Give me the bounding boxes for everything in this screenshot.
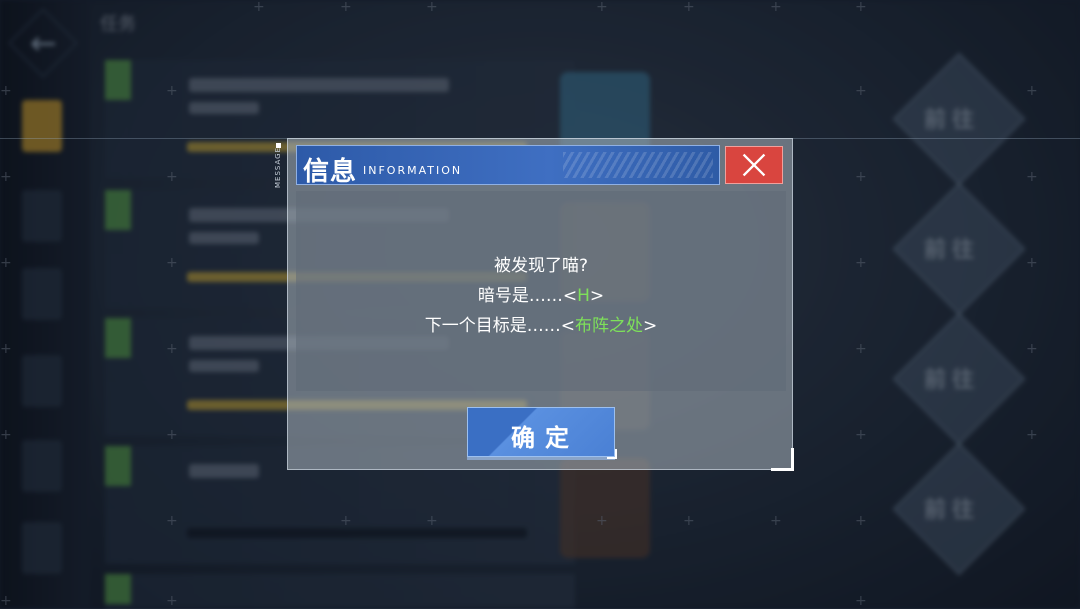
- dialog-title-bar: 信息 INFORMATION: [296, 145, 720, 187]
- message-side-label: MESSAGE: [274, 147, 282, 188]
- target-highlight: 布阵之处: [575, 316, 643, 336]
- information-dialog: MESSAGE 信息 INFORMATION 被发现了喵? 暗号是……<H> 下…: [274, 138, 794, 471]
- message-line-3-suffix: >: [643, 316, 658, 336]
- message-line-2-prefix: 暗号是……<: [477, 286, 578, 306]
- message-panel: 被发现了喵? 暗号是……<H> 下一个目标是……<布阵之处>: [296, 191, 786, 391]
- message-line-3-prefix: 下一个目标是……<: [424, 316, 575, 336]
- confirm-button-label: 确定: [511, 423, 579, 452]
- corner-bracket: [771, 448, 794, 471]
- message-line-2-suffix: >: [589, 286, 605, 306]
- message-line-1-text: 被发现了喵?: [493, 256, 589, 276]
- confirm-button[interactable]: 确定: [467, 407, 617, 459]
- confirm-corner-tick: [607, 449, 617, 459]
- dialog-title-en: INFORMATION: [363, 164, 463, 177]
- code-highlight: H: [577, 286, 590, 306]
- message-line-2: 暗号是……<H>: [296, 281, 786, 306]
- close-button[interactable]: [725, 146, 783, 184]
- close-x-icon: [742, 153, 766, 177]
- message-line-3: 下一个目标是……<布阵之处>: [296, 311, 786, 336]
- dialog-title: 信息: [303, 157, 358, 187]
- message-line-1: 被发现了喵?: [296, 251, 786, 276]
